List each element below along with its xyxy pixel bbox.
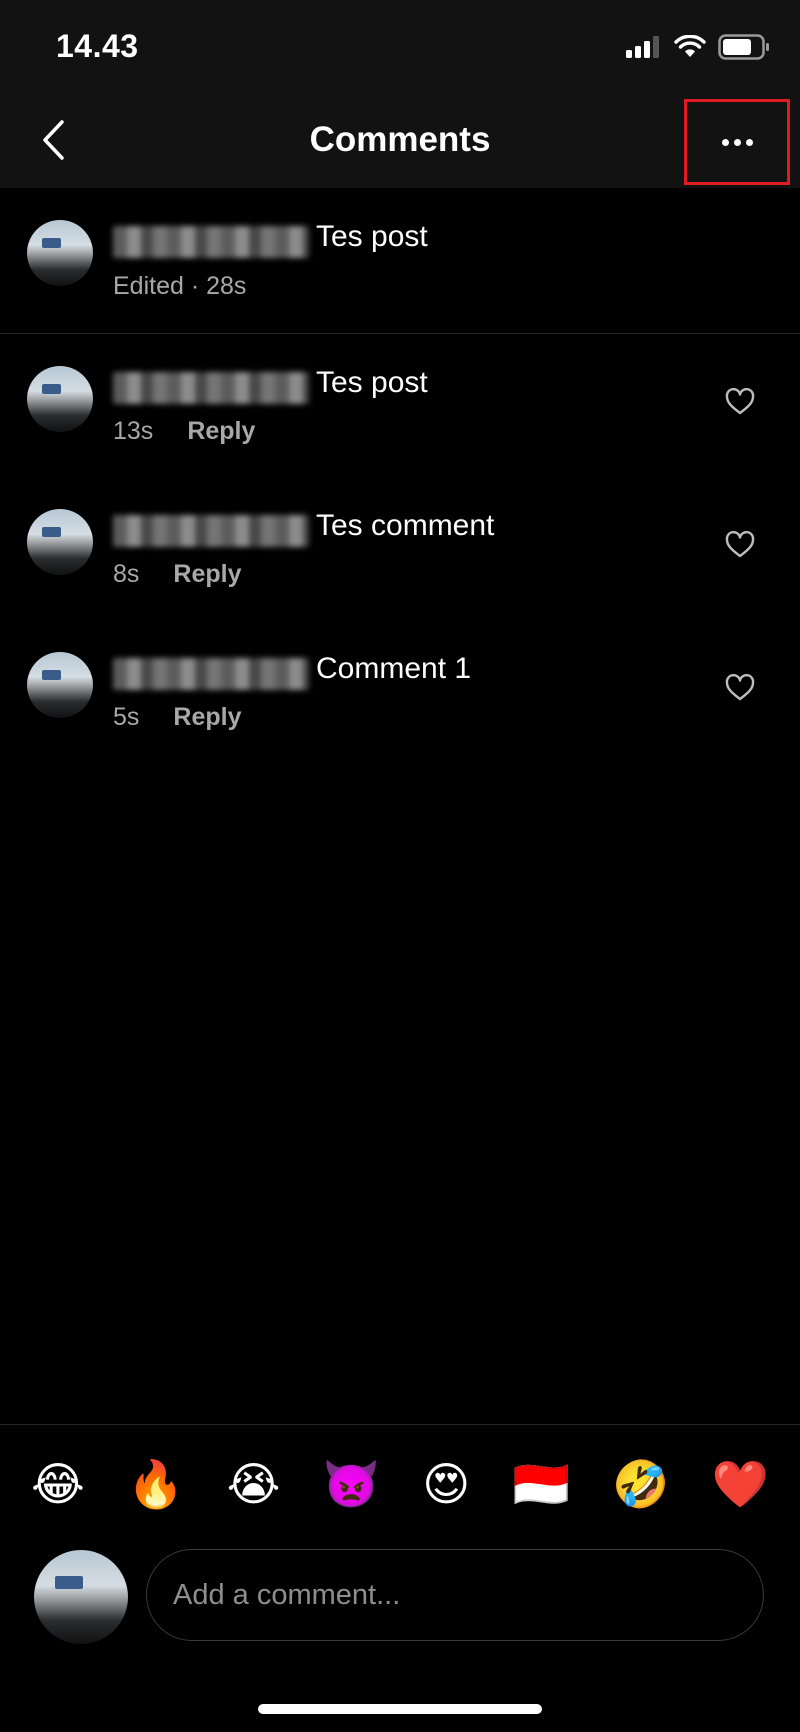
emoji-laugh-button[interactable]: 😂 [31, 1461, 85, 1507]
page-title: Comments [309, 120, 491, 159]
comment-time: 8s [113, 560, 140, 588]
top-bar: 14.43 Comments [0, 0, 800, 188]
comment-meta: 8s Reply [113, 560, 242, 589]
reply-button[interactable]: Reply [173, 703, 241, 731]
heart-icon[interactable] [724, 386, 756, 418]
avatar[interactable] [27, 220, 93, 286]
comment-text: Tes post [316, 366, 428, 399]
emoji-cry-button[interactable]: 😭 [227, 1461, 281, 1507]
avatar[interactable] [27, 366, 93, 432]
comment-time: 5s [113, 703, 140, 731]
heart-icon[interactable] [724, 529, 756, 561]
heart-icon[interactable] [724, 672, 756, 704]
caption-meta: Edited · 28s [113, 272, 247, 300]
username-blurred[interactable] [113, 515, 309, 547]
reply-button[interactable]: Reply [173, 560, 241, 588]
comment-composer [0, 1540, 800, 1656]
comment-text: Comment 1 [316, 652, 472, 685]
emoji-devil-button[interactable]: 👿 [323, 1461, 380, 1507]
emoji-fire-button[interactable]: 🔥 [127, 1461, 184, 1507]
more-options-button[interactable] [684, 99, 790, 185]
home-indicator[interactable] [258, 1704, 542, 1714]
caption-text: Tes post [316, 220, 428, 253]
username-blurred[interactable] [113, 658, 309, 690]
emoji-heart-eyes-button[interactable]: 😍 [422, 1461, 470, 1507]
avatar[interactable] [27, 652, 93, 718]
emoji-bar: 😂 🔥 😭 👿 😍 🇮🇩 🤣 ❤️ [0, 1424, 800, 1542]
signal-icon [626, 36, 659, 58]
divider [0, 333, 800, 334]
comments-screen: 14.43 Comments Tes post Edited · 28s Tes… [0, 0, 800, 1732]
comment-text: Tes comment [316, 509, 495, 542]
status-time: 14.43 [56, 28, 139, 64]
comment-input[interactable] [146, 1549, 764, 1641]
emoji-red-heart-button[interactable]: ❤️ [712, 1461, 769, 1507]
emoji-rofl-button[interactable]: 🤣 [612, 1461, 669, 1507]
avatar[interactable] [27, 509, 93, 575]
username-blurred[interactable] [113, 226, 309, 258]
status-icons [626, 34, 770, 60]
emoji-flag-button[interactable]: 🇮🇩 [512, 1461, 569, 1507]
comment-meta: 13s Reply [113, 417, 255, 446]
reply-button[interactable]: Reply [187, 417, 255, 445]
my-avatar [34, 1550, 128, 1644]
username-blurred[interactable] [113, 372, 309, 404]
battery-icon [718, 34, 769, 60]
wifi-icon [674, 35, 706, 57]
more-horizontal-icon [721, 138, 753, 146]
comment-time: 13s [113, 417, 154, 445]
comment-meta: 5s Reply [113, 703, 242, 732]
